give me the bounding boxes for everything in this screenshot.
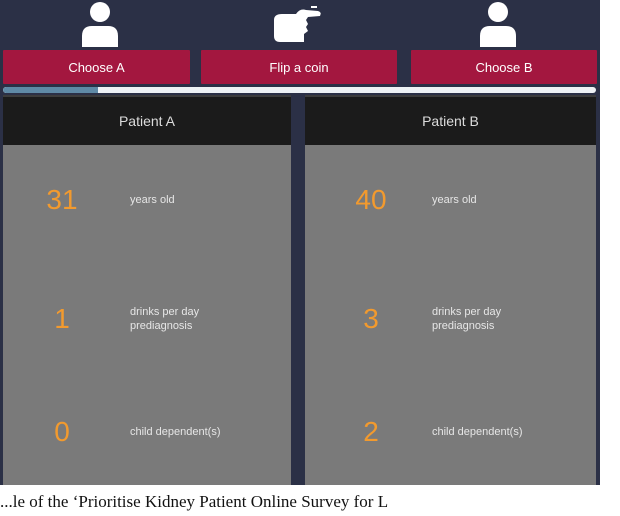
attribute-label: years old xyxy=(130,194,175,206)
patient-a-title: Patient A xyxy=(3,95,291,145)
patient-b-age-row: 40 years old xyxy=(305,175,596,225)
flip-coin-button[interactable]: Flip a coin xyxy=(201,50,397,84)
attribute-label: child dependent(s) xyxy=(130,426,221,438)
attribute-value: 2 xyxy=(363,416,379,447)
patient-a-drinks-row: 1 drinks per day prediagnosis xyxy=(3,294,291,344)
attribute-label: drinks per day prediagnosis xyxy=(130,306,200,332)
attribute-value: 3 xyxy=(363,303,379,334)
progress-bar xyxy=(3,87,596,93)
person-icon xyxy=(480,2,516,47)
attribute-value: 1 xyxy=(54,303,70,334)
choose-a-button[interactable]: Choose A xyxy=(3,50,190,84)
pointing-hand-icon xyxy=(274,6,321,42)
choose-b-button[interactable]: Choose B xyxy=(411,50,597,84)
patient-a-age-row: 31 years old xyxy=(3,175,291,225)
attribute-label: drinks per day prediagnosis xyxy=(432,306,502,332)
survey-app: Choose A Flip a coin Choose B Patient A … xyxy=(0,0,600,485)
patient-b-drinks-row: 3 drinks per day prediagnosis xyxy=(305,294,596,344)
patient-b-dependents-row: 2 child dependent(s) xyxy=(305,407,596,457)
figure-caption: ...le of the ‘Prioritise Kidney Patient … xyxy=(0,492,389,511)
attribute-value: 31 xyxy=(46,184,78,215)
attribute-value: 40 xyxy=(355,184,387,215)
patient-b-title: Patient B xyxy=(305,95,596,145)
person-icon xyxy=(82,2,118,47)
patient-b-panel: Patient B 40 years old 3 drinks per day p… xyxy=(305,95,596,485)
patient-a-panel: Patient A 31 years old 1 drinks per day p… xyxy=(3,95,291,485)
attribute-value: 0 xyxy=(54,416,70,447)
progress-fill xyxy=(3,87,98,93)
attribute-label: years old xyxy=(432,194,477,206)
patient-a-dependents-row: 0 child dependent(s) xyxy=(3,407,291,457)
attribute-label: child dependent(s) xyxy=(432,426,523,438)
